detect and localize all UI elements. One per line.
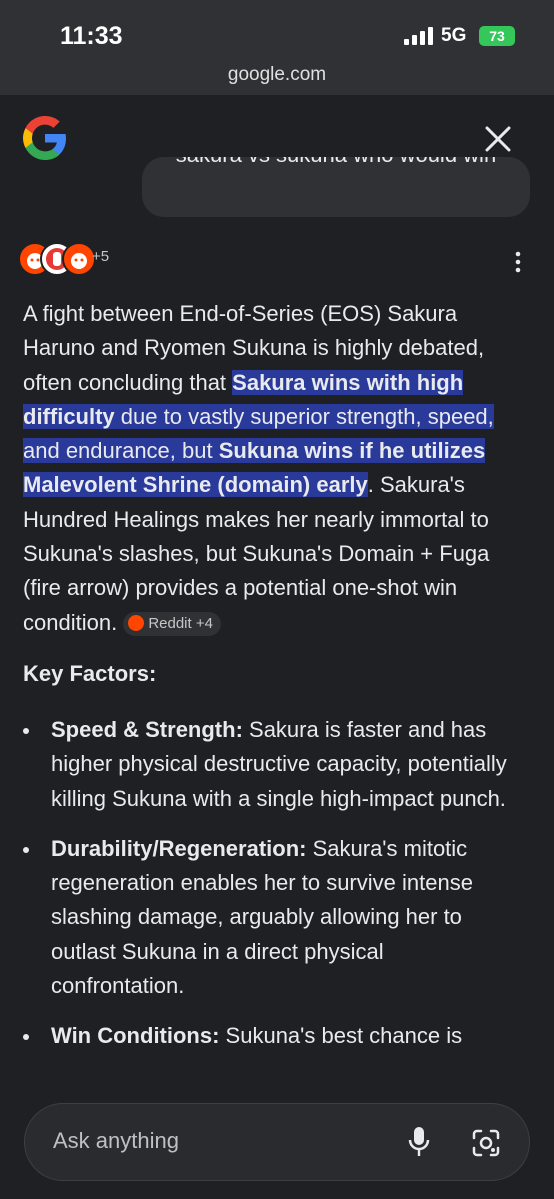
bullet-dot <box>23 728 29 734</box>
source-chip-label: Reddit +4 <box>148 614 213 632</box>
more-options-icon[interactable] <box>510 251 526 273</box>
ask-input-placeholder[interactable]: Ask anything <box>53 1128 179 1154</box>
key-factors-heading: Key Factors: <box>23 661 157 686</box>
ai-answer-panel: sakura vs sukuna who would win +5 A figh… <box>0 95 554 1199</box>
user-query-bubble: sakura vs sukuna who would win <box>142 157 530 217</box>
status-time: 11:33 <box>60 22 123 50</box>
answer-paragraph: A fight between End-of-Series (EOS) Saku… <box>23 297 523 640</box>
address-bar-url[interactable]: google.com <box>0 64 554 86</box>
microphone-icon[interactable] <box>407 1126 431 1158</box>
item-label: Durability/Regeneration: <box>51 835 307 861</box>
bullet-dot <box>23 846 29 853</box>
reddit-icon <box>128 614 145 631</box>
list-item: Speed & Strength: Sakura is faster and h… <box>23 713 523 816</box>
network-type: 5G <box>441 25 467 46</box>
source-chip[interactable]: Reddit +4 <box>123 611 221 636</box>
list-item: Durability/Regeneration: Sakura's mitoti… <box>23 832 523 1003</box>
reddit-icon <box>62 242 96 276</box>
battery-level: 73 <box>489 28 505 44</box>
google-logo-icon <box>23 116 66 160</box>
list-item: Win Conditions: Sukuna's best chance is <box>23 1019 523 1053</box>
close-icon[interactable] <box>484 125 512 153</box>
signal-icon <box>404 27 433 45</box>
item-label: Speed & Strength: <box>51 717 243 742</box>
item-text: Sukuna's best chance is <box>219 1023 463 1049</box>
item-label: Win Conditions: <box>51 1023 220 1049</box>
battery-icon: 73 <box>479 26 515 46</box>
status-bar: 11:33 5G 73 google.com <box>0 0 554 95</box>
more-sources-count: +5 <box>92 248 110 265</box>
user-query-text: sakura vs sukuna who would win <box>176 157 496 167</box>
key-factors-list: Speed & Strength: Sakura is faster and h… <box>23 713 523 1070</box>
bullet-dot <box>23 1034 29 1041</box>
ask-input-bar[interactable]: Ask anything <box>24 1103 530 1181</box>
camera-lens-icon[interactable] <box>471 1128 501 1158</box>
